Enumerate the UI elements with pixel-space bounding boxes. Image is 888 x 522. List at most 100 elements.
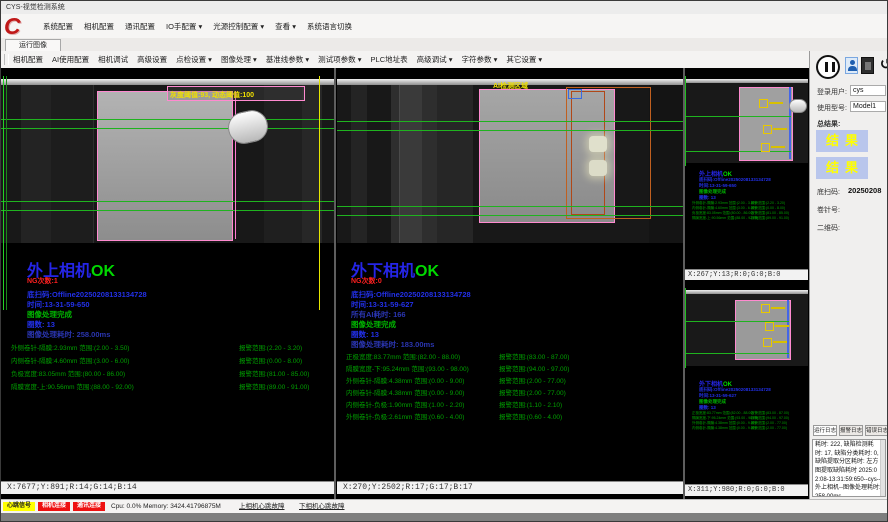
alarm-range: 报警范围:(83.00 - 87.00) <box>499 351 569 361</box>
menu-item-view[interactable]: 查看 ▾ <box>275 21 296 32</box>
model-label: 使用型号: <box>817 103 847 113</box>
menu-item-language[interactable]: 系统语言切换 <box>307 21 352 32</box>
login-user-field[interactable]: cys <box>850 85 886 96</box>
tool-other-settings[interactable]: 其它设置 ▾ <box>506 54 542 65</box>
cpu-memory-status: Cpu: 0.0% Memory: 3424.41796875M <box>111 502 221 511</box>
log-scrollbar[interactable] <box>880 440 885 496</box>
yellow-marker-label <box>775 325 789 327</box>
green-guide-line <box>685 151 791 152</box>
tool-ai-config[interactable]: AI使用配置 <box>52 54 89 65</box>
app-window: CYS-视觉检测系统 系统配置 相机配置 通讯配置 IO手配置 ▾ 光源控制配置… <box>0 0 888 522</box>
alarm-range: 报警范围:(89.00 - 91.00) <box>751 216 789 221</box>
yellow-marker-box <box>763 338 772 347</box>
menu-item-light-config[interactable]: 光源控制配置 ▾ <box>213 21 264 32</box>
cell-region <box>97 91 233 241</box>
toolbar-grip <box>4 54 9 65</box>
yellow-marker-label <box>769 102 783 104</box>
log-tab-alarm[interactable]: 报警日志 <box>839 425 863 436</box>
alarm-range: 报警范围:(81.00 - 85.00) <box>239 368 309 378</box>
menubar: 系统配置 相机配置 通讯配置 IO手配置 ▾ 光源控制配置 ▾ 查看 ▾ 系统语… <box>1 14 888 38</box>
tabstrip: 运行图像 <box>1 38 888 52</box>
tool-advanced-debug[interactable]: 高级调试 ▾ <box>417 54 453 65</box>
measurement-value: 内侧卷针-负极:1.90mm 范围:(1.00 - 2.20) <box>346 399 464 409</box>
toolbar: 相机配置 AI使用配置 相机调试 高级设置 点检设置 ▾ 图像处理 ▾ 基准线参… <box>1 51 809 69</box>
machine-pipe <box>399 85 422 243</box>
tool-plc-address[interactable]: PLC地址表 <box>371 54 408 65</box>
pause-button[interactable] <box>816 55 840 79</box>
switch-button[interactable]: ↺ <box>877 55 888 75</box>
log-tab-error[interactable]: 错误日志 <box>865 425 888 436</box>
camera-status: OK <box>415 263 439 280</box>
measurement-row: 隔膜宽度-下:95.24mm 范围:(93.00 - 98.00) 报警范围:(… <box>337 363 683 372</box>
titlebar: CYS-视觉检测系统 <box>1 1 888 15</box>
result-box-2: 结果 <box>816 157 868 179</box>
user-icon <box>848 60 856 71</box>
orange-inner-roi <box>571 91 605 215</box>
measurement-row: 正极宽度:83.77mm 范围:(82.00 - 88.00) 报警范围:(83… <box>337 351 683 360</box>
menu-item-system-config[interactable]: 系统配置 <box>43 21 73 32</box>
green-guide-line <box>337 206 683 207</box>
statusbar: 心跳信号 相机连接 通讯连接 Cpu: 0.0% Memory: 3424.41… <box>1 499 888 513</box>
measurement-row: 负极宽度:83.05mm 范围:(80.00 - 86.00) 报警范围:(81… <box>1 368 334 377</box>
result-box-1: 结果 <box>816 130 868 152</box>
pause-icon <box>825 62 835 72</box>
tool-test-params[interactable]: 测试项参数 ▾ <box>318 54 361 65</box>
measurement-value: 隔膜宽度-上:90.56mm 范围:(88.00 - 92.00) <box>11 381 134 391</box>
coordinate-bar: X:270;Y:2502;R:17;G:17;B:17 <box>337 481 683 494</box>
measurement-value: 负极宽度:83.05mm 范围:(80.00 - 86.00) <box>11 368 125 378</box>
measurement-value: 外侧卷针-负极:2.61mm 范围:(0.60 - 4.00) <box>346 411 464 421</box>
mini-view-bottom[interactable]: 外下相机OK 底扫码:Offline20250208133134728 时间:1… <box>685 282 808 499</box>
yellow-guide-line <box>319 76 320 310</box>
menu-item-io-config[interactable]: IO手配置 ▾ <box>166 21 202 32</box>
green-guide-line <box>1 119 334 120</box>
mini-view-top[interactable]: 外上相机OK 底扫码:Offline20250208133134728 时间:1… <box>685 68 808 280</box>
model-field[interactable]: Model1 <box>850 101 886 112</box>
tool-baseline-params[interactable]: 基准线参数 ▾ <box>266 54 309 65</box>
measurement-value: 隔膜宽度-上:90.56mm 范围:(88.00 - 92.00) <box>692 216 758 221</box>
tool-advanced-settings[interactable]: 高级设置 <box>137 54 167 65</box>
menu-item-camera-config[interactable]: 相机配置 <box>84 21 114 32</box>
tool-spotcheck-settings[interactable]: 点检设置 ▾ <box>176 54 212 65</box>
green-guide-line <box>685 353 789 354</box>
measurement-row: 内侧卷针-隔膜:4.60mm 范围:(3.00 - 6.00) 报警范围:(0.… <box>1 355 334 364</box>
alarm-range: 报警范围:(2.20 - 3.20) <box>239 342 302 352</box>
tool-camera-debug[interactable]: 相机调试 <box>98 54 128 65</box>
measurement-row: 内侧卷针-隔膜:4.38mm 范围:(0.00 - 9.00) 报警范围:(2.… <box>337 387 683 396</box>
scan-code-value: 20250208 <box>848 186 881 195</box>
green-guide-line <box>337 130 683 131</box>
alarm-range: 报警范围:(0.60 - 4.00) <box>499 411 562 421</box>
machine-strip <box>21 85 51 243</box>
tool-camera-config[interactable]: 相机配置 <box>13 54 43 65</box>
upper-camera-fault-link[interactable]: 上相机心跳故障 <box>239 502 285 511</box>
lower-camera-fault-link[interactable]: 下相机心跳故障 <box>299 502 345 511</box>
alarm-range: 报警范围:(94.00 - 97.00) <box>499 363 569 373</box>
blue-roi-box <box>568 89 582 99</box>
green-guide-line <box>1 201 334 202</box>
ai-region-label: AI检测区域 <box>493 81 528 91</box>
log-tab-run[interactable]: 运行日志 <box>813 425 837 436</box>
measurement-value: 内侧卷针-隔膜:4.60mm 范围:(3.00 - 6.00) <box>11 355 129 365</box>
control-panel: ↺ 登录用户: cys 使用型号: Model1 总结果: 结果 结果 底扫码:… <box>809 51 888 499</box>
yellow-marker-box <box>761 143 770 152</box>
machine-strip <box>264 85 302 243</box>
bottom-strip <box>1 513 888 522</box>
camera-connect-badge: 相机连接 <box>38 502 70 511</box>
heartbeat-badge: 心跳信号 <box>3 502 35 511</box>
log-area[interactable]: 耗时: 222, 缺陷检测耗时: 17, 缺陷分类耗时: 0, 缺陷提取分区耗时… <box>812 439 886 497</box>
pixel-coordinates: X:7677;Y:891;R:14;G:14;B:14 <box>7 482 137 494</box>
measurement-row: 隔膜宽度-上:90.56mm 范围:(88.00 - 92.00) 报警范围:(… <box>1 381 334 390</box>
yellow-marker-box <box>765 322 774 331</box>
app-logo: C <box>4 15 21 38</box>
device-button[interactable] <box>861 57 874 74</box>
tool-image-processing[interactable]: 图像处理 ▾ <box>221 54 257 65</box>
camera-view-middle[interactable]: AI检测区域 外下相机OK NG次数:0 底扫码:Offline20250208… <box>337 68 683 499</box>
coordinate-bar: X:7677;Y:891;R:14;G:14;B:14 <box>1 481 334 494</box>
camera-view-left[interactable]: 灰度阈值:93, 动态阈值:100 外上相机OK NG次数:1 底扫码:Offl… <box>1 68 334 499</box>
device-icon <box>865 62 871 70</box>
tool-char-params[interactable]: 字符参数 ▾ <box>461 54 497 65</box>
menu-item-comm-config[interactable]: 通讯配置 <box>125 21 155 32</box>
login-user-label: 登录用户: <box>817 87 847 97</box>
process-time-line: 图像处理耗时: 258.00ms <box>27 329 110 340</box>
log-text: 耗时: 222, 缺陷检测耗时: 17, 缺陷分类耗时: 0, 缺陷提取分区耗时… <box>815 441 881 497</box>
user-button[interactable] <box>845 57 858 74</box>
